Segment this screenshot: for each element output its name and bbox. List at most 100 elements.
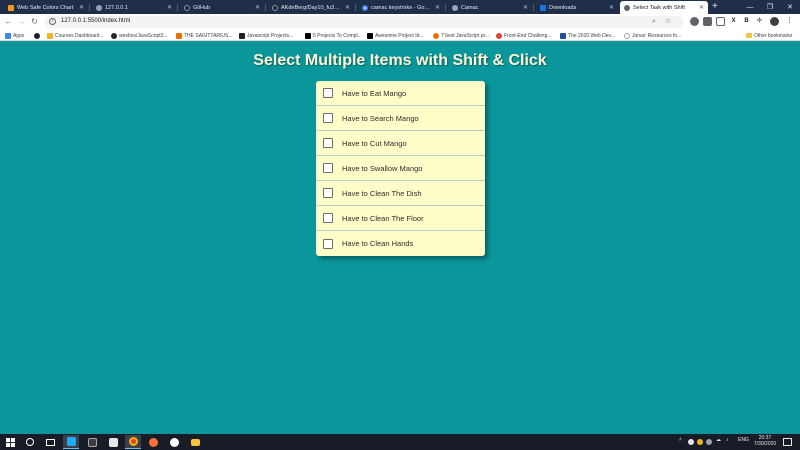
page-title: Select Multiple Items with Shift & Click — [253, 52, 547, 69]
start-button[interactable] — [2, 435, 18, 449]
tab-close-icon[interactable]: ✕ — [699, 4, 704, 11]
tab-close-icon[interactable]: ✕ — [435, 4, 440, 11]
task-checkbox[interactable] — [323, 188, 333, 198]
taskbar-terminal[interactable] — [84, 435, 100, 449]
task-item[interactable]: Have to Clean The Dish — [316, 181, 485, 206]
new-tab-button[interactable]: + — [712, 1, 718, 13]
tab-close-icon[interactable]: ✕ — [79, 4, 84, 11]
tab-label: Camac — [461, 4, 479, 11]
bookmark-front-end[interactable]: Front-End Challeng... — [496, 31, 552, 40]
medium-icon — [367, 32, 373, 39]
bookmark-label: THE SAGITTARIUS... — [184, 32, 233, 39]
extension-b-icon[interactable]: B — [742, 17, 751, 26]
task-checkbox[interactable] — [323, 88, 333, 98]
address-bar[interactable]: i 127.0.0.1:5500/index.html ⌕ ☆ — [44, 16, 684, 28]
tab-label: Web Safe Colors Chart — [17, 4, 74, 11]
taskbar-notepad[interactable] — [105, 435, 121, 449]
zoom-search-icon[interactable]: ⌕ — [650, 18, 658, 26]
web-dev-icon — [560, 32, 566, 39]
bookmark-5-projects[interactable]: 5 Projects To Compl... — [305, 31, 362, 40]
tray-app-icon[interactable] — [697, 439, 703, 445]
bookmark-label: Apps — [13, 32, 25, 39]
back-button[interactable]: ← — [3, 16, 14, 27]
task-item[interactable]: Have to Cut Mango — [316, 131, 485, 156]
browser-tab-strip: Web Safe Colors Chart ✕ 127.0.0.1 ✕ GitH… — [0, 0, 800, 14]
tab-close-icon[interactable]: ✕ — [167, 4, 172, 11]
site-info-icon[interactable]: i — [49, 18, 56, 25]
minimize-button[interactable]: — — [740, 0, 760, 14]
task-checkbox[interactable] — [323, 238, 333, 249]
tab-select-task-active[interactable]: Select Task with Shift ✕ — [620, 1, 708, 14]
bookmark-js-projects[interactable]: Javascript Projects... — [239, 31, 293, 40]
bookmark-apps[interactable]: Apps — [5, 31, 24, 40]
maximize-button[interactable]: ❐ — [760, 0, 780, 14]
bookmark-7-best-js[interactable]: 7 best JavaScript pr... — [433, 31, 489, 40]
forward-button[interactable]: → — [16, 16, 27, 27]
tab-downloads[interactable]: Downloads ✕ — [536, 1, 618, 14]
language-indicator[interactable]: ENG — [738, 437, 749, 443]
page-content: Select Multiple Items with Shift & Click… — [0, 42, 800, 434]
bookmark-awesome-project[interactable]: Awesome Project Id... — [367, 31, 424, 40]
bookmark-globe[interactable] — [34, 31, 40, 40]
tab-web-safe-colors[interactable]: Web Safe Colors Chart ✕ — [4, 1, 88, 14]
menu-kebab-icon[interactable]: ⋮ — [785, 17, 794, 26]
bookmark-courses[interactable]: Courses Dashboard... — [47, 31, 104, 40]
volume-icon[interactable]: ♪ — [726, 437, 729, 443]
task-item[interactable]: Have to Eat Mango — [316, 81, 485, 106]
taskbar-app[interactable] — [166, 435, 182, 449]
bookmark-wesbos[interactable]: wesbos/JavaScript3... — [111, 31, 168, 40]
extension-icon[interactable] — [703, 17, 712, 26]
windows-logo-icon — [5, 437, 15, 447]
task-checkbox[interactable] — [323, 213, 333, 223]
extension-icon[interactable] — [690, 17, 699, 26]
close-window-button[interactable]: ✕ — [780, 0, 800, 14]
tab-close-icon[interactable]: ✕ — [345, 4, 350, 11]
task-checkbox[interactable] — [323, 163, 333, 173]
taskbar-file-explorer[interactable] — [187, 435, 203, 449]
tab-github[interactable]: GitHub ✕ — [180, 1, 264, 14]
bookmark-star-icon[interactable]: ☆ — [664, 18, 672, 26]
task-label: Have to Clean Hands — [342, 239, 414, 248]
tray-app-icon[interactable] — [688, 439, 694, 445]
tab-repo[interactable]: AKdeBerg/Day10_fu30_Sele ✕ — [268, 1, 354, 14]
tab-localhost[interactable]: 127.0.0.1 ✕ — [92, 1, 176, 14]
url-text[interactable]: 127.0.0.1:5500/index.html — [61, 18, 130, 24]
tab-close-icon[interactable]: ✕ — [609, 4, 614, 11]
clock[interactable]: 20:37 7/30/2020 — [752, 435, 778, 447]
tray-app-icon[interactable] — [706, 439, 712, 445]
bookmark-jonas[interactable]: Jonas' Resources fo... — [624, 31, 681, 40]
bookmarks-bar: Apps Courses Dashboard... wesbos/JavaScr… — [0, 30, 800, 41]
search-button[interactable] — [22, 435, 38, 449]
tab-close-icon[interactable]: ✕ — [523, 4, 528, 11]
task-checkbox[interactable] — [323, 138, 333, 148]
task-item[interactable]: Have to Search Mango — [316, 106, 485, 131]
extension-icon[interactable] — [716, 17, 725, 26]
tab-close-icon[interactable]: ✕ — [255, 4, 260, 11]
task-item[interactable]: Have to Swallow Mango — [316, 156, 485, 181]
bookmark-sagittarius[interactable]: THE SAGITTARIUS... — [176, 31, 233, 40]
reload-button[interactable]: ↻ — [29, 16, 40, 27]
task-view-button[interactable] — [42, 435, 58, 449]
firefox-icon — [148, 437, 158, 447]
bookmark-web-dev[interactable]: The 2020 Web Dev... — [560, 31, 615, 40]
task-item[interactable]: Have to Clean Hands — [316, 231, 485, 256]
task-item[interactable]: Have to Clean The Floor — [316, 206, 485, 231]
extensions-puzzle-icon[interactable]: ✣ — [755, 17, 764, 26]
notepad-icon — [108, 437, 118, 447]
tray-chevron-icon[interactable]: ˄ — [679, 437, 682, 443]
medium-icon — [305, 32, 311, 39]
tab-google-search[interactable]: camac keystroke - Google S ✕ — [358, 1, 444, 14]
extension-x-icon[interactable]: X — [729, 17, 738, 26]
bookmark-label: Awesome Project Id... — [375, 32, 424, 39]
profile-avatar[interactable] — [770, 17, 779, 26]
taskbar-firefox[interactable] — [145, 435, 161, 449]
notification-icon[interactable] — [783, 438, 792, 446]
taskbar-vscode[interactable] — [63, 435, 79, 449]
task-checkbox[interactable] — [323, 113, 333, 123]
taskbar-chrome[interactable] — [125, 435, 141, 449]
task-label: Have to Cut Mango — [342, 138, 407, 148]
apps-grid-icon — [5, 32, 11, 39]
cloud-icon[interactable]: ☁ — [716, 437, 721, 443]
tab-camac[interactable]: Camac ✕ — [448, 1, 532, 14]
other-bookmarks[interactable]: Other bookmarks — [746, 31, 792, 40]
